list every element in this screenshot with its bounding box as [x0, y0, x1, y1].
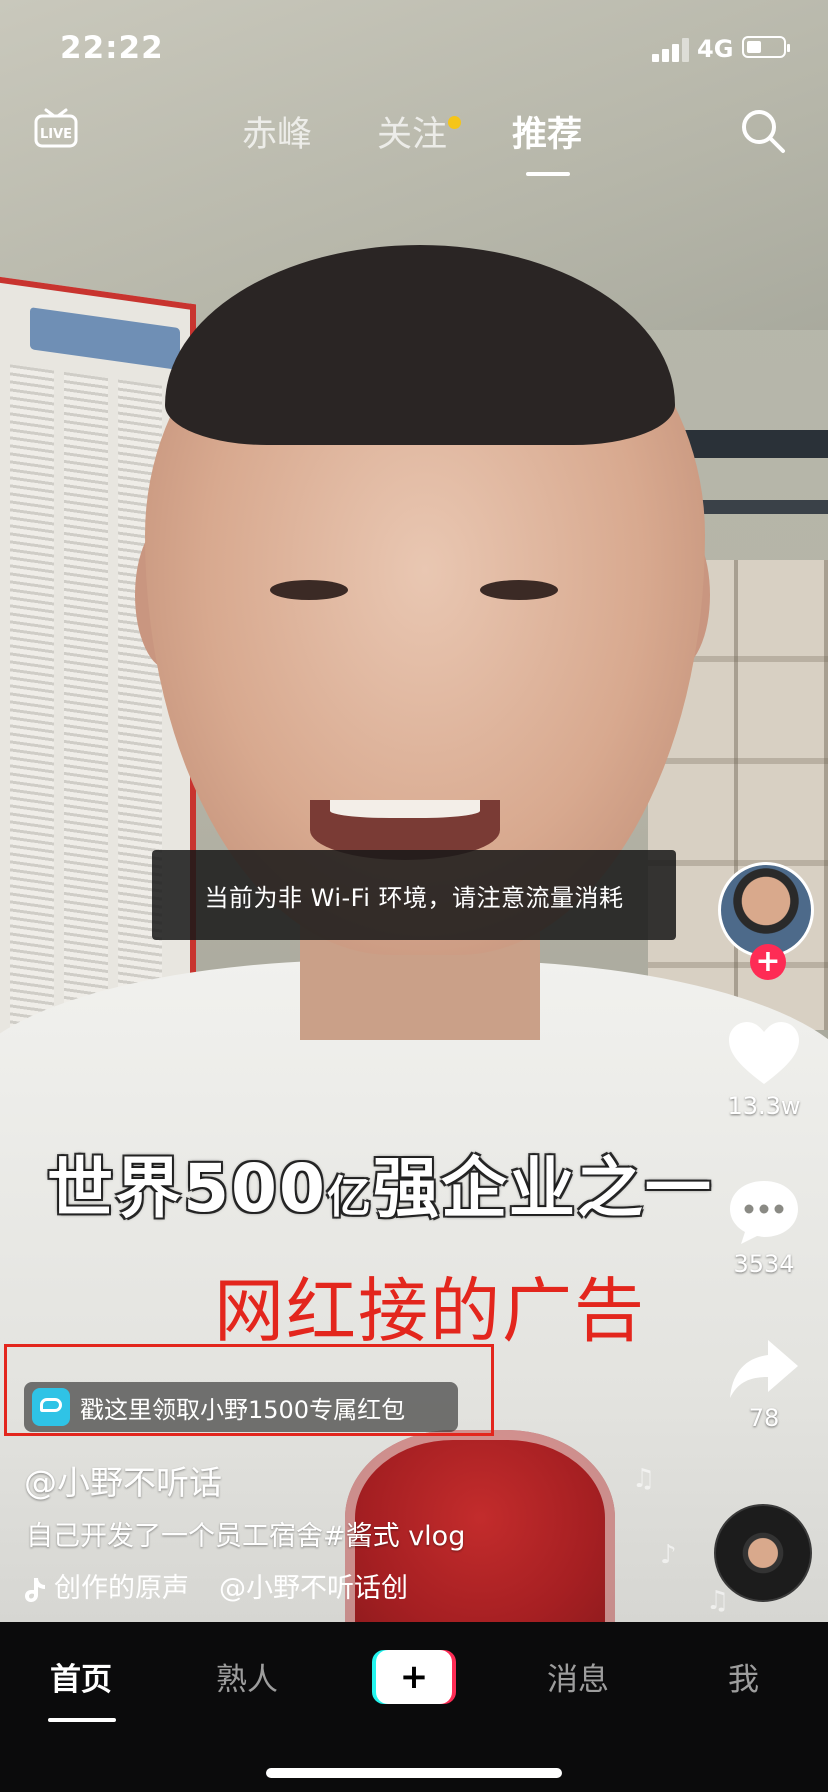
comment-action[interactable]: 3534: [700, 1178, 828, 1278]
share-count: 78: [748, 1404, 780, 1432]
like-action[interactable]: 13.3w: [700, 1020, 828, 1120]
video-subtitle: 世界500亿强企业之一: [0, 1135, 760, 1231]
music-author: @小野不听话创: [219, 1573, 408, 1604]
music-note-icon: ♪: [660, 1540, 677, 1570]
toast-text: 当前为非 Wi-Fi 环境，请注意流量消耗: [204, 883, 624, 912]
follow-button[interactable]: +: [750, 944, 786, 980]
tab-recommend[interactable]: 推荐: [512, 106, 582, 157]
ad-link-chip[interactable]: 戳这里领取小野1500专属红包: [24, 1382, 458, 1432]
heart-icon: [729, 1022, 799, 1084]
active-tab-indicator: [526, 172, 570, 176]
music-title: 创作的原声: [54, 1573, 189, 1604]
active-nav-indicator: [48, 1718, 116, 1722]
video-person-teeth: [330, 800, 480, 818]
comment-icon: [730, 1181, 798, 1244]
home-indicator: [266, 1768, 562, 1778]
tab-location[interactable]: 赤峰: [242, 106, 312, 157]
subtitle-rest: 强企业之一: [372, 1150, 713, 1227]
subtitle-small: 亿: [326, 1171, 373, 1223]
new-content-dot: [448, 116, 461, 129]
like-count: 13.3w: [727, 1092, 801, 1120]
music-note-icon: ♫: [706, 1586, 730, 1616]
share-action[interactable]: 78: [700, 1338, 828, 1432]
chat-bubble-icon: [32, 1388, 70, 1426]
ad-text: 戳这里领取小野1500专属红包: [80, 1395, 406, 1424]
share-icon: [730, 1340, 798, 1398]
poster-header: [30, 307, 180, 371]
music-info[interactable]: 创作的原声 @小野不听话创: [24, 1566, 444, 1605]
bottom-nav: 首页 熟人 + 消息 我: [0, 1622, 828, 1792]
signal-icon: [652, 38, 692, 62]
nav-messages[interactable]: 消息: [547, 1654, 609, 1699]
video-person-eye: [480, 580, 558, 600]
network-warning-toast: 当前为非 Wi-Fi 环境，请注意流量消耗: [152, 850, 676, 940]
red-annotation: 网红接的广告: [214, 1270, 646, 1352]
subtitle-main: 世界500: [47, 1150, 327, 1227]
music-note-icon: ♫: [632, 1464, 656, 1494]
status-time: 22:22: [60, 30, 164, 66]
plus-icon: +: [376, 1650, 452, 1704]
nav-friends[interactable]: 熟人: [216, 1654, 278, 1699]
nav-home[interactable]: 首页: [50, 1654, 112, 1699]
author-handle[interactable]: @小野不听话: [24, 1456, 222, 1504]
music-disc[interactable]: [714, 1504, 812, 1602]
tiktok-note-icon: [25, 1577, 45, 1602]
video-person-eye: [270, 580, 348, 600]
nav-me[interactable]: 我: [728, 1654, 759, 1699]
action-rail: + 13.3w 3534 78: [700, 0, 828, 1622]
comment-count: 3534: [733, 1250, 795, 1278]
tab-following[interactable]: 关注: [377, 106, 447, 157]
create-button[interactable]: +: [372, 1650, 456, 1704]
video-description[interactable]: 自己开发了一个员工宿舍#酱式 vlog: [26, 1514, 465, 1553]
screen: 22:22 4G LIVE 赤峰 关注 推荐 当前为非 Wi-Fi 环境，请注意…: [0, 0, 828, 1792]
